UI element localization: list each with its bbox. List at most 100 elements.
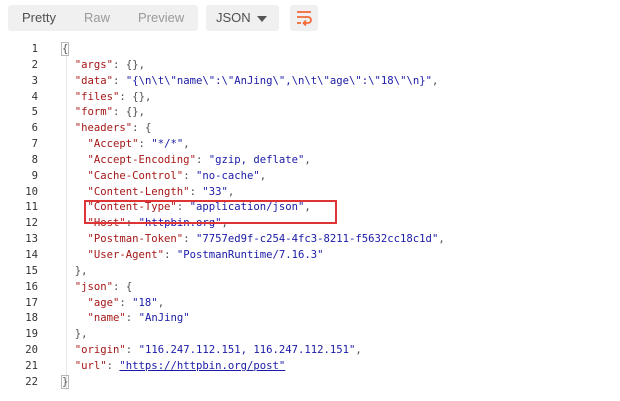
line-number: 20 — [25, 344, 38, 357]
json-key: "json" — [74, 280, 114, 293]
format-select-value: JSON — [216, 10, 251, 25]
wrap-lines-button[interactable] — [290, 5, 318, 31]
json-separator: : — [125, 344, 139, 357]
line-number: 22 — [25, 375, 38, 388]
json-punctuation: , — [304, 201, 311, 214]
line-number: 13 — [25, 233, 38, 246]
code-line: 4 "files": {}, — [0, 90, 620, 106]
json-punctuation: , — [431, 74, 439, 87]
code-text: { — [60, 42, 70, 58]
json-key: "age" — [87, 296, 120, 309]
code-line: 22} — [0, 374, 620, 391]
json-key: "Accept-Encoding" — [87, 153, 196, 166]
code-line: 10 "Content-Length": "33", — [0, 185, 620, 201]
json-punctuation: { — [144, 122, 152, 135]
json-string-value: "gzip, deflate" — [208, 153, 305, 166]
line-number: 5 — [31, 106, 38, 119]
tab-pretty[interactable]: Pretty — [8, 5, 70, 31]
code-text: "Host": "httpbin.org", — [62, 216, 228, 232]
code-text: "User-Agent": "PostmanRuntime/7.16.3" — [62, 248, 324, 264]
code-text: "origin": "116.247.112.151, 116.247.112.… — [62, 343, 362, 359]
code-line: 7 "Accept": "*/*", — [0, 137, 620, 153]
json-key: "form" — [74, 106, 114, 119]
code-line: 17 "age": "18", — [0, 296, 620, 312]
line-number: 3 — [31, 74, 38, 87]
json-separator: : — [183, 169, 196, 182]
code-text: "Postman-Token": "7757ed9f-c254-4fc3-821… — [62, 232, 445, 248]
code-line: 21 "url": "https://httpbin.org/post" — [0, 359, 620, 375]
tab-preview[interactable]: Preview — [124, 5, 198, 31]
json-key: "name" — [87, 312, 126, 325]
json-punctuation: {}, — [125, 106, 145, 119]
json-url-value[interactable]: "https://httpbin.org/post" — [119, 360, 285, 372]
json-key: "Content-Type" — [87, 201, 177, 214]
json-string-value: "33" — [202, 185, 228, 198]
json-string-value: "AnJing" — [138, 312, 190, 325]
response-toolbar: Pretty Raw Preview JSON — [0, 0, 620, 38]
json-punctuation: , — [438, 233, 445, 246]
code-text: } — [60, 374, 70, 391]
json-key: "Postman-Token" — [87, 233, 184, 246]
line-number: 9 — [31, 169, 38, 182]
json-key: "origin" — [74, 344, 126, 357]
line-number: 18 — [25, 312, 38, 325]
code-line: 9 "Cache-Control": "no-cache", — [0, 169, 620, 185]
json-string-value: "PostmanRuntime/7.16.3" — [176, 248, 324, 261]
code-line: 6 "headers": { — [0, 121, 620, 137]
code-line: 14 "User-Agent": "PostmanRuntime/7.16.3" — [0, 248, 620, 264]
json-separator: : — [119, 296, 133, 309]
json-separator: : — [119, 90, 133, 103]
code-lines: 1{2 "args": {}, 3 "data": "{\n\t\"name\":… — [0, 42, 620, 391]
format-select[interactable]: JSON — [206, 5, 279, 31]
json-punctuation: , — [227, 185, 235, 198]
json-string-value: "httpbin.org" — [138, 217, 222, 230]
line-number: 21 — [25, 359, 38, 372]
tab-raw[interactable]: Raw — [70, 5, 124, 31]
code-text: "files": {}, — [62, 90, 152, 106]
code-line: 3 "data": "{\n\t\"name\":\"AnJing\",\n\t… — [0, 74, 620, 90]
json-punctuation: }, — [74, 264, 88, 277]
line-number: 17 — [25, 296, 38, 309]
json-punctuation: , — [259, 169, 267, 182]
json-key: "Accept" — [87, 138, 139, 151]
code-line: 19 }, — [0, 327, 620, 343]
json-key: "Cache-Control" — [87, 169, 184, 182]
response-body-editor[interactable]: 1{2 "args": {}, 3 "data": "{\n\t\"name\":… — [0, 42, 620, 391]
json-string-value: "*/*" — [151, 138, 184, 151]
code-text: "headers": { — [62, 121, 152, 137]
code-line: 1{ — [0, 42, 620, 58]
json-separator: : — [113, 58, 126, 71]
json-punctuation: , — [183, 138, 190, 151]
json-punctuation: {}, — [125, 58, 145, 71]
json-key: "headers" — [74, 122, 133, 135]
code-line: 5 "form": {}, — [0, 105, 620, 121]
view-mode-tabs: Pretty Raw Preview — [8, 5, 199, 31]
code-line: 8 "Accept-Encoding": "gzip, deflate", — [0, 153, 620, 169]
code-text: "url": "https://httpbin.org/post" — [62, 359, 285, 375]
json-string-value: "7757ed9f-c254-4fc3-8211-f5632cc18c1d" — [195, 233, 439, 246]
code-line: 2 "args": {}, — [0, 58, 620, 74]
json-string-value: "116.247.112.151, 116.247.112.151" — [138, 344, 356, 357]
line-number: 11 — [25, 201, 38, 214]
line-number: 10 — [25, 185, 38, 198]
json-punctuation: { — [125, 280, 133, 293]
line-number: 14 — [25, 248, 38, 261]
json-separator: : — [189, 185, 203, 198]
json-punctuation: }, — [74, 328, 88, 341]
json-separator: : — [106, 359, 120, 372]
json-key: "Content-Length" — [87, 185, 190, 198]
chevron-down-icon — [257, 16, 267, 22]
json-separator: : — [176, 201, 190, 214]
